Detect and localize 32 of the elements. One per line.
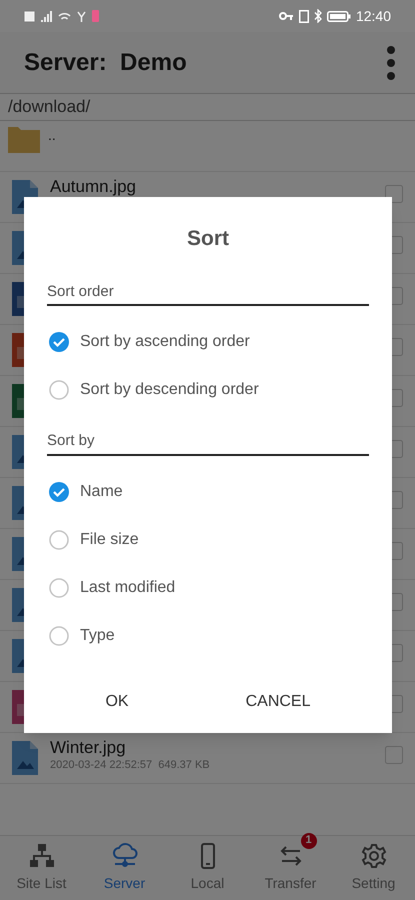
sort-option[interactable]: Sort by descending order — [47, 366, 369, 414]
sort-option[interactable]: Last modified — [47, 564, 369, 612]
file-name: Winter.jpg — [50, 738, 127, 757]
file-icon — [12, 741, 38, 775]
key-icon — [278, 11, 294, 21]
list-row[interactable]: .. — [0, 121, 415, 172]
dialog-button[interactable]: OK — [89, 682, 145, 722]
wifi-icon — [58, 11, 71, 21]
status-time: 12:40 — [356, 6, 391, 26]
bluetooth-icon — [314, 9, 322, 23]
settings-icon — [360, 842, 386, 868]
sort-option[interactable]: File size — [47, 516, 369, 564]
sort-option[interactable]: Name — [47, 468, 369, 516]
file-name: Autumn.jpg — [50, 177, 137, 196]
path-bar: /download/ — [0, 94, 415, 121]
sort-option[interactable]: Sort by ascending order — [47, 318, 369, 366]
folder-icon — [8, 125, 40, 153]
empty-checkbox-icon[interactable] — [385, 746, 403, 764]
cloud-network-icon — [112, 842, 138, 868]
notification-badge: 1 — [300, 832, 316, 848]
dialog-button[interactable]: CANCEL — [230, 682, 326, 722]
sitemap-icon — [28, 842, 54, 868]
file-meta: 2020-03-24 22:52:57 649.37 KB — [50, 758, 211, 773]
header-title: Server: Demo — [24, 48, 187, 78]
signal-icon — [41, 10, 52, 22]
y-shaped-icon — [77, 10, 86, 22]
section-header: Sort by — [47, 430, 369, 456]
battery-icon — [326, 10, 351, 22]
dialog-title: Sort — [186, 226, 230, 252]
section-header: Sort order — [47, 280, 369, 306]
folder-name: .. — [48, 126, 56, 145]
sort-option[interactable]: Type — [47, 612, 369, 660]
